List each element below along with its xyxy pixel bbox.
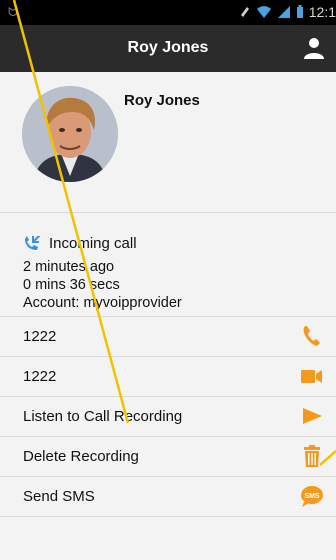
- page-title: Roy Jones: [127, 39, 209, 56]
- trash-icon: [304, 445, 320, 467]
- call-details: Incoming call 2 minutes ago 0 mins 36 se…: [0, 212, 336, 316]
- avatar: [22, 86, 118, 182]
- list-item-listen-recording[interactable]: Listen to Call Recording: [0, 396, 336, 436]
- list-item-label: Delete Recording: [23, 448, 139, 465]
- title-bar: Roy Jones: [0, 25, 336, 72]
- list-item-label: Listen to Call Recording: [23, 408, 183, 425]
- avatar-photo: [22, 86, 118, 182]
- call-time-ago: 2 minutes ago: [23, 259, 115, 275]
- sms-icon: SMS: [301, 486, 323, 507]
- contact-profile: Roy Jones: [0, 72, 336, 212]
- call-account: Account: myvoipprovider: [23, 295, 182, 311]
- list-item-video-call[interactable]: 1222: [0, 356, 336, 396]
- call-duration: 0 mins 36 secs: [23, 277, 120, 293]
- usb-icon: ᗢ: [8, 5, 18, 19]
- list-item-label: Send SMS: [23, 488, 95, 505]
- status-time: 12:1: [308, 4, 336, 20]
- list-item-delete-recording[interactable]: Delete Recording: [0, 436, 336, 476]
- actions-list: 1222 1222 Listen to Call Recording Delet…: [0, 316, 336, 517]
- wifi-icon: [256, 6, 271, 18]
- video-call-icon: [301, 370, 322, 383]
- list-item-label: 1222: [23, 328, 57, 345]
- mute-icon: [240, 7, 249, 17]
- list-item-label: 1222: [23, 368, 57, 385]
- battery-icon: [296, 5, 303, 18]
- contact-person-icon[interactable]: [302, 36, 326, 60]
- svg-text:SMS: SMS: [304, 493, 320, 500]
- incoming-call-icon: [25, 235, 41, 250]
- contact-name: Roy Jones: [124, 92, 200, 109]
- signal-icon: [277, 6, 290, 18]
- phone-icon: [303, 326, 320, 346]
- play-icon: [303, 408, 322, 424]
- status-bar: ᗢ 12:1: [0, 0, 336, 25]
- call-type-label: Incoming call: [49, 235, 137, 252]
- list-item-call[interactable]: 1222: [0, 316, 336, 356]
- list-item-send-sms[interactable]: Send SMS SMS: [0, 476, 336, 517]
